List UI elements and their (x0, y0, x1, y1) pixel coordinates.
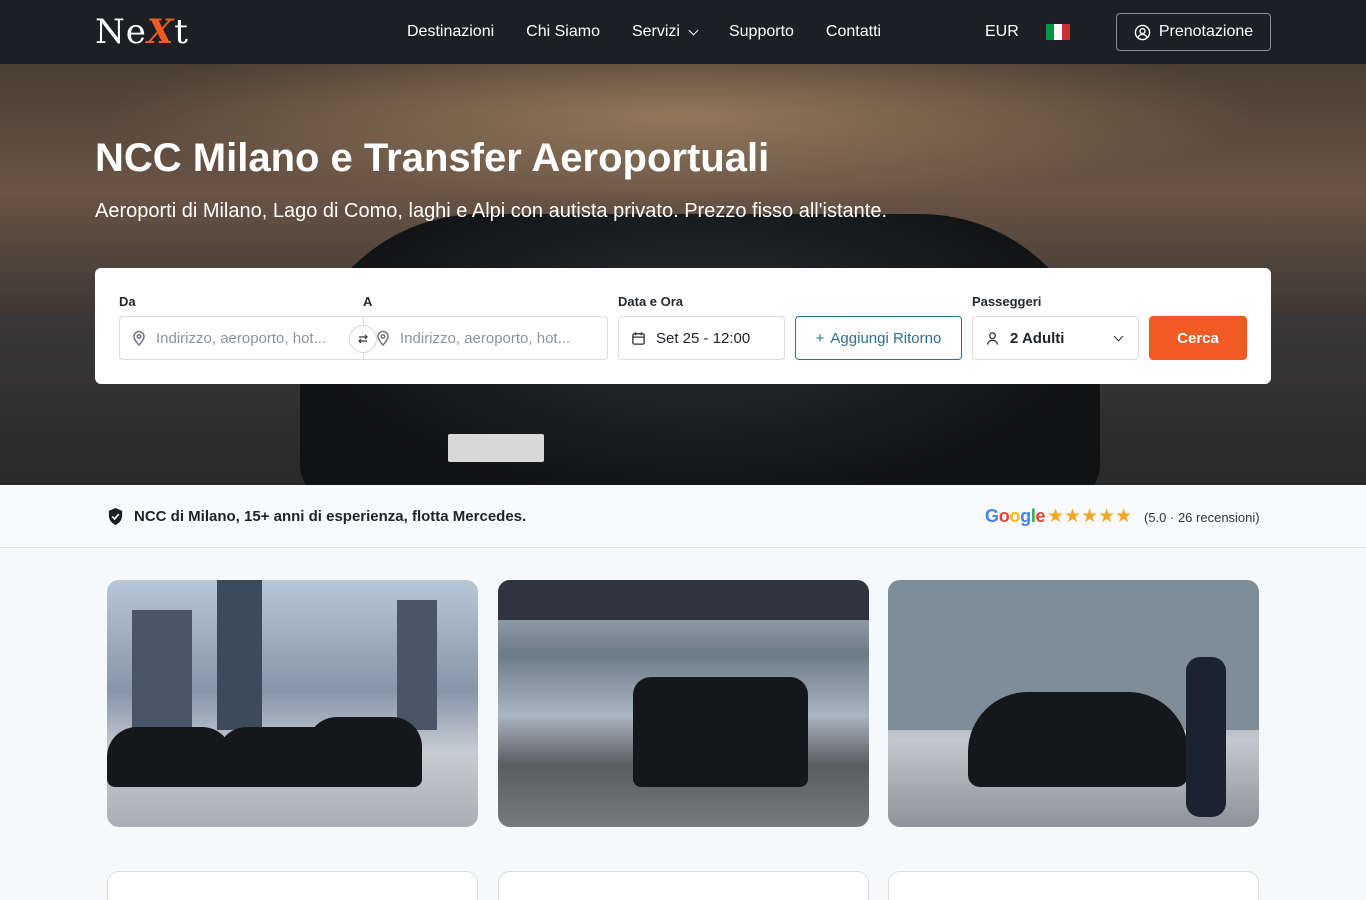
rating-text[interactable]: (5.0 · 26 recensioni) (1144, 510, 1260, 525)
top-navbar: NeXt Destinazioni Chi Siamo Servizi Supp… (0, 0, 1366, 64)
date-label: Data e Ora (618, 294, 684, 309)
nav-link-servizi[interactable]: Servizi (616, 0, 713, 64)
rating-stars: ★★★★★ (1047, 506, 1133, 527)
service-card[interactable] (888, 871, 1259, 900)
user-icon (1134, 24, 1151, 40)
airport-van-photo (498, 580, 869, 827)
nav-link-destinazioni[interactable]: Destinazioni (391, 0, 510, 64)
swap-arrows-icon (358, 334, 368, 344)
search-button[interactable]: Cerca (1149, 316, 1247, 360)
person-icon (986, 331, 999, 345)
sedan-chauffeur-photo (888, 580, 1259, 827)
date-time-picker[interactable]: Set 25 - 12:00 (618, 316, 785, 360)
google-logo: Google (985, 506, 1046, 526)
add-return-button[interactable]: + Aggiungi Ritorno (795, 316, 962, 360)
trust-bar: NCC di Milano, 15+ anni di esperienza, f… (0, 485, 1366, 548)
currency-selector[interactable]: EUR (985, 0, 1019, 64)
hero-car-plate (448, 434, 544, 462)
service-card[interactable] (107, 871, 478, 900)
nav-link-chi-siamo[interactable]: Chi Siamo (510, 0, 616, 64)
plus-icon: + (815, 329, 825, 347)
to-label: A (363, 294, 373, 309)
service-card[interactable] (498, 871, 869, 900)
from-input[interactable]: Indirizzo, aeroporto, hot... (119, 316, 364, 360)
booking-account-button[interactable]: Prenotazione (1116, 13, 1271, 51)
passengers-select[interactable]: 2 Adulti (972, 316, 1139, 360)
to-input[interactable]: Indirizzo, aeroporto, hot... (363, 316, 608, 360)
booking-button-label: Prenotazione (1158, 23, 1254, 40)
passengers-label: Passeggeri (972, 294, 1042, 309)
italy-flag-icon[interactable] (1046, 24, 1070, 40)
trust-statement: NCC di Milano, 15+ anni di esperienza, f… (107, 485, 526, 548)
swap-locations-button[interactable] (349, 325, 377, 353)
from-label: Da (119, 294, 136, 309)
booking-search-form: Da Indirizzo, aeroporto, hot... A Indiri… (95, 268, 1271, 384)
shield-check-icon (108, 508, 123, 525)
nav-link-supporto[interactable]: Supporto (713, 0, 810, 64)
nav-link-contatti[interactable]: Contatti (810, 0, 897, 64)
hero-subtitle: Aeroporti di Milano, Lago di Como, laghi… (95, 200, 888, 222)
chevron-down-icon (1113, 331, 1124, 341)
chevron-down-icon (688, 25, 699, 35)
calendar-icon (632, 331, 645, 345)
logo[interactable]: NeXt (95, 12, 189, 52)
location-pin-icon (377, 330, 389, 346)
location-pin-icon (133, 330, 145, 346)
nav-links: Destinazioni Chi Siamo Servizi Supporto … (391, 0, 897, 64)
hero-title: NCC Milano e Transfer Aeroportuali (95, 136, 770, 180)
fleet-city-photo (107, 580, 478, 827)
